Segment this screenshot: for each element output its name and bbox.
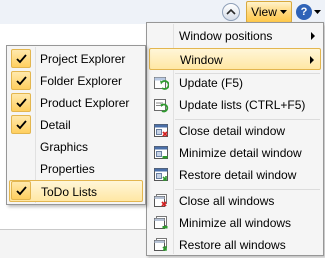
submenu-item-detail[interactable]: Detail <box>9 114 143 136</box>
menu-item-restore-detail-window[interactable]: Restore detail window <box>149 164 321 186</box>
minimize-all-windows-icon <box>154 216 168 229</box>
checkmark-icon <box>15 185 27 195</box>
submenu-item-label: Product Explorer <box>40 96 130 110</box>
menu-item-minimize-all-windows[interactable]: Minimize all windows <box>149 212 321 234</box>
menu-item-window[interactable]: Window <box>149 48 321 70</box>
menu-item-label: Close detail window <box>179 124 286 138</box>
menu-item-label: Window <box>180 53 223 67</box>
submenu-item-folder-explorer[interactable]: Folder Explorer <box>9 70 143 92</box>
menu-item-label: Restore all windows <box>179 238 286 252</box>
help-dropdown-arrow-icon <box>314 10 321 14</box>
menu-item-minimize-detail-window[interactable]: Minimize detail window <box>149 142 321 164</box>
submenu-item-label: Properties <box>40 162 95 176</box>
restore-detail-window-icon <box>154 168 168 181</box>
checkmark-icon <box>15 75 27 85</box>
window-submenu: Project Explorer Folder Explorer Product… <box>6 45 146 205</box>
checkmark-icon <box>15 53 27 63</box>
submenu-item-product-explorer[interactable]: Product Explorer <box>9 92 143 114</box>
submenu-item-label: ToDo Lists <box>41 185 98 199</box>
up-arrow-icon <box>226 8 236 15</box>
menu-item-label: Restore detail window <box>179 168 297 182</box>
submenu-arrow-icon <box>311 32 315 40</box>
submenu-item-label: Graphics <box>40 140 89 154</box>
checkmark-icon <box>15 119 27 129</box>
menu-item-label: Close all windows <box>179 194 275 208</box>
submenu-arrow-icon <box>310 56 314 64</box>
menu-item-update-lists[interactable]: Update lists (CTRL+F5) <box>149 94 321 116</box>
submenu-item-todo-lists[interactable]: ToDo Lists <box>9 180 143 202</box>
submenu-item-label: Folder Explorer <box>40 74 123 88</box>
minimize-detail-window-icon <box>154 146 168 159</box>
restore-all-windows-icon <box>154 238 167 251</box>
menu-item-label: Minimize detail window <box>179 146 302 160</box>
menu-item-window-positions[interactable]: Window positions <box>149 25 321 47</box>
view-button-label: View <box>251 5 277 19</box>
menu-item-label: Minimize all windows <box>179 216 292 230</box>
close-all-windows-icon <box>154 194 167 207</box>
submenu-item-project-explorer[interactable]: Project Explorer <box>9 48 143 70</box>
view-dropdown-menu: Window positions Window Update (F5) Upda… <box>146 22 324 256</box>
submenu-item-label: Detail <box>40 118 71 132</box>
update-icon <box>154 77 169 90</box>
checkmark-icon <box>15 97 27 107</box>
toolbar: View ? <box>0 0 325 24</box>
submenu-item-properties[interactable]: Properties <box>9 158 143 180</box>
menu-item-restore-all-windows[interactable]: Restore all windows <box>149 234 321 256</box>
menu-item-close-detail-window[interactable]: Close detail window <box>149 120 321 142</box>
update-lists-icon <box>154 99 169 113</box>
menu-item-label: Window positions <box>179 29 273 43</box>
checkbox-checked <box>11 181 31 200</box>
dropdown-arrow-icon <box>279 10 287 14</box>
close-detail-window-icon <box>154 124 168 137</box>
checkbox-checked <box>11 93 31 112</box>
menu-item-label: Update (F5) <box>179 76 244 90</box>
checkbox-checked <box>11 71 31 90</box>
submenu-item-graphics[interactable]: Graphics <box>9 136 143 158</box>
view-menu-button[interactable]: View <box>246 1 292 23</box>
checkbox-checked <box>11 115 31 134</box>
submenu-item-label: Project Explorer <box>40 52 126 66</box>
menu-item-close-all-windows[interactable]: Close all windows <box>149 190 321 212</box>
help-button[interactable]: ? <box>296 3 324 21</box>
up-arrow-button[interactable] <box>222 3 240 21</box>
checkbox-checked <box>11 49 31 68</box>
status-strip <box>0 230 150 258</box>
menu-item-update[interactable]: Update (F5) <box>149 72 321 94</box>
help-icon: ? <box>296 4 312 20</box>
menu-item-label: Update lists (CTRL+F5) <box>179 98 306 112</box>
